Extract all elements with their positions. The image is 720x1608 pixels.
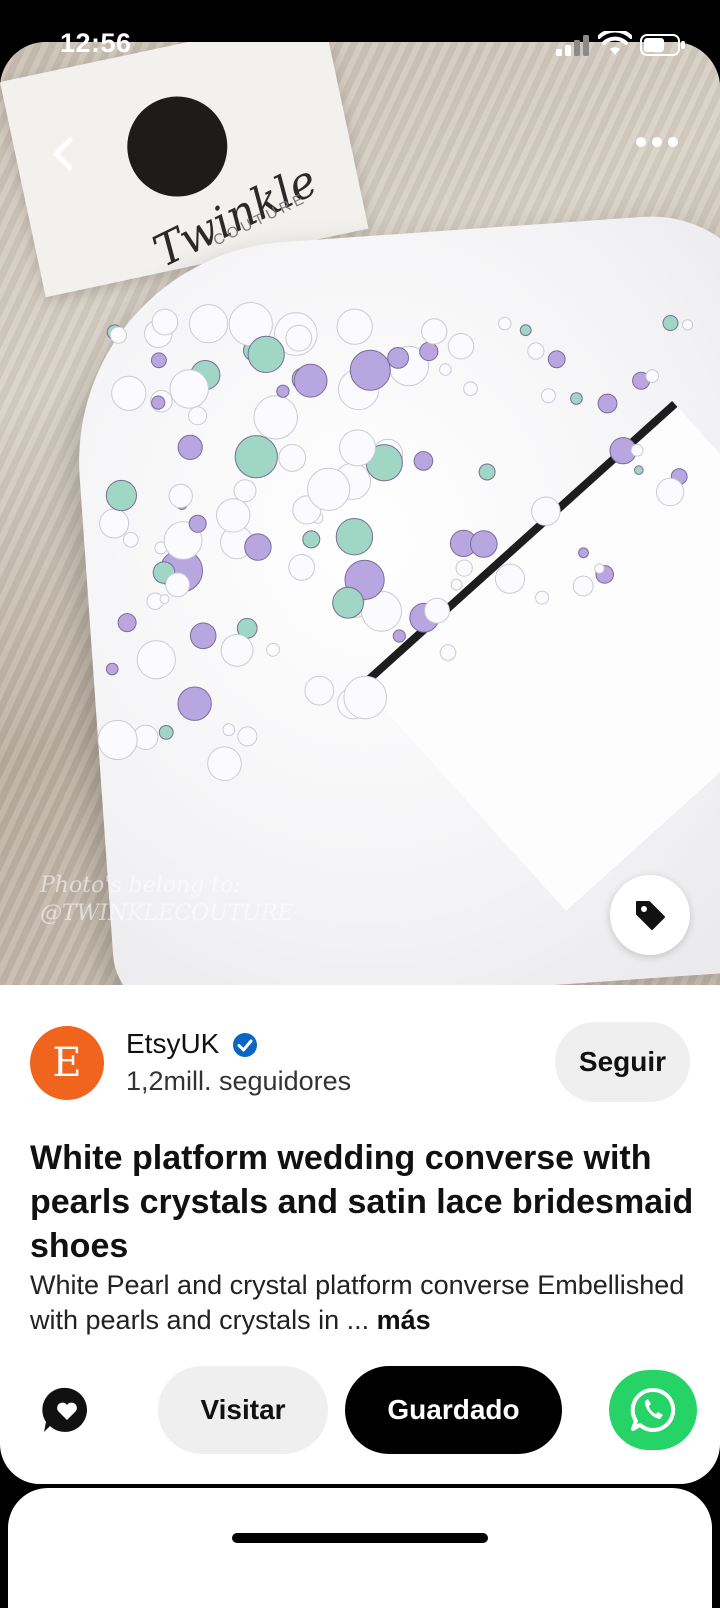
whatsapp-share-button[interactable]: [609, 1370, 697, 1450]
tag-icon: [636, 901, 665, 930]
wifi-icon: [598, 31, 632, 55]
pin-card: Twinkle COUTURE Photo's belong to: @TWIN…: [0, 42, 720, 1484]
follow-button[interactable]: Seguir: [555, 1022, 690, 1102]
pin-description-text: White Pearl and crystal platform convers…: [30, 1270, 685, 1335]
cellular-signal-icon: [556, 35, 589, 56]
pin-title: White platform wedding converse with pea…: [30, 1139, 694, 1265]
whatsapp-icon: [630, 1387, 676, 1432]
saved-button[interactable]: Guardado: [345, 1366, 562, 1454]
comment-heart-icon[interactable]: [40, 1384, 94, 1438]
creator-avatar[interactable]: E: [30, 1026, 104, 1100]
visit-button[interactable]: Visitar: [158, 1366, 328, 1454]
status-bar: 12:56: [0, 0, 720, 90]
pin-description: White Pearl and crystal platform convers…: [30, 1268, 695, 1338]
more-link[interactable]: más: [377, 1305, 431, 1335]
battery-icon: [640, 34, 685, 56]
creator-name[interactable]: EtsyUK: [126, 1028, 219, 1060]
pin-image[interactable]: Twinkle COUTURE Photo's belong to: @TWIN…: [0, 42, 720, 985]
shop-tag-button[interactable]: [610, 875, 690, 955]
pearl-crystal-pattern: [97, 302, 694, 782]
chevron-left-icon[interactable]: [40, 130, 88, 178]
home-indicator[interactable]: [232, 1533, 488, 1543]
ellipsis-icon[interactable]: [634, 130, 680, 154]
next-pin-sheet[interactable]: [8, 1488, 712, 1608]
status-time: 12:56: [60, 28, 132, 58]
verified-check-icon: [233, 1033, 257, 1057]
watermark-line-2: @TWINKLECOUTURE: [40, 901, 294, 926]
photo-watermark: Photo's belong to: @TWINKLECOUTURE: [40, 872, 294, 928]
follower-count: 1,2mill. seguidores: [126, 1066, 352, 1096]
brand-logo: [117, 87, 237, 206]
watermark-line-1: Photo's belong to:: [40, 873, 241, 898]
